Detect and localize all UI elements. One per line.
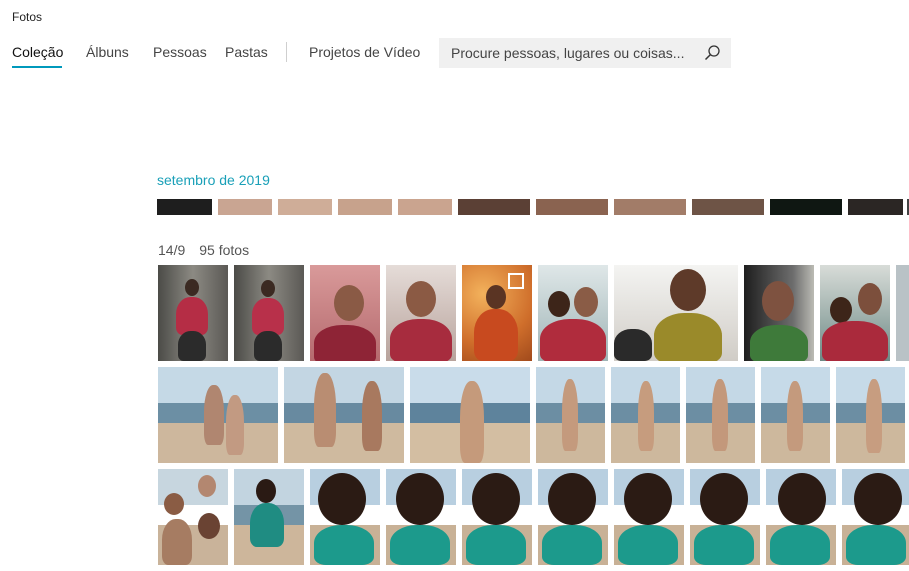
photo-thumbnail[interactable] xyxy=(158,367,278,463)
previous-group-thumbnails xyxy=(157,199,909,215)
photo-thumbnail[interactable] xyxy=(284,367,404,463)
thumbnail[interactable] xyxy=(848,199,903,215)
active-tab-indicator xyxy=(12,66,62,68)
tab-albuns[interactable]: Álbuns xyxy=(86,44,129,60)
tab-pessoas[interactable]: Pessoas xyxy=(153,44,207,60)
photo-thumbnail[interactable] xyxy=(234,469,304,565)
thumbnail[interactable] xyxy=(338,199,392,215)
photo-thumbnail[interactable] xyxy=(896,265,909,361)
photo-thumbnail[interactable] xyxy=(744,265,814,361)
tab-projetos-de-video[interactable]: Projetos de Vídeo xyxy=(309,44,420,60)
photo-thumbnail[interactable] xyxy=(836,367,905,463)
thumbnail[interactable] xyxy=(692,199,764,215)
photo-thumbnail[interactable] xyxy=(386,265,456,361)
app-title: Fotos xyxy=(12,10,43,24)
photo-thumbnail[interactable] xyxy=(766,469,836,565)
photo-thumbnail[interactable] xyxy=(611,367,680,463)
photo-thumbnail[interactable] xyxy=(462,469,532,565)
checkbox-icon[interactable] xyxy=(508,273,524,289)
photo-thumbnail[interactable] xyxy=(842,469,909,565)
photo-thumbnail[interactable] xyxy=(761,367,830,463)
search-box xyxy=(439,38,731,68)
search-icon[interactable] xyxy=(703,44,721,62)
photo-thumbnail[interactable] xyxy=(310,469,380,565)
photo-thumbnail[interactable] xyxy=(462,265,532,361)
thumbnail[interactable] xyxy=(218,199,272,215)
month-heading[interactable]: setembro de 2019 xyxy=(157,172,270,188)
thumbnail[interactable] xyxy=(614,199,686,215)
thumbnail[interactable] xyxy=(458,199,530,215)
photo-thumbnail[interactable] xyxy=(614,469,684,565)
thumbnail[interactable] xyxy=(398,199,452,215)
tab-divider xyxy=(286,42,287,62)
thumbnail[interactable] xyxy=(536,199,608,215)
thumbnail[interactable] xyxy=(770,199,842,215)
photo-thumbnail[interactable] xyxy=(538,469,608,565)
thumbnail[interactable] xyxy=(278,199,332,215)
photo-thumbnail[interactable] xyxy=(234,265,304,361)
photo-thumbnail[interactable] xyxy=(686,367,755,463)
search-input[interactable] xyxy=(439,38,689,68)
photo-thumbnail[interactable] xyxy=(158,469,228,565)
photo-thumbnail[interactable] xyxy=(536,367,605,463)
photo-thumbnail[interactable] xyxy=(538,265,608,361)
day-date: 14/9 xyxy=(158,242,186,258)
photo-thumbnail[interactable] xyxy=(410,367,530,463)
day-group-header: 14/9 95 fotos xyxy=(158,242,263,258)
photo-thumbnail[interactable] xyxy=(614,265,738,361)
tab-colecao[interactable]: Coleção xyxy=(12,44,63,60)
photo-count: 95 fotos xyxy=(199,242,250,258)
thumbnail[interactable] xyxy=(157,199,212,215)
photo-thumbnail[interactable] xyxy=(386,469,456,565)
photo-thumbnail[interactable] xyxy=(820,265,890,361)
photo-thumbnail[interactable] xyxy=(158,265,228,361)
photo-thumbnail[interactable] xyxy=(310,265,380,361)
tab-pastas[interactable]: Pastas xyxy=(225,44,268,60)
photo-thumbnail[interactable] xyxy=(690,469,760,565)
